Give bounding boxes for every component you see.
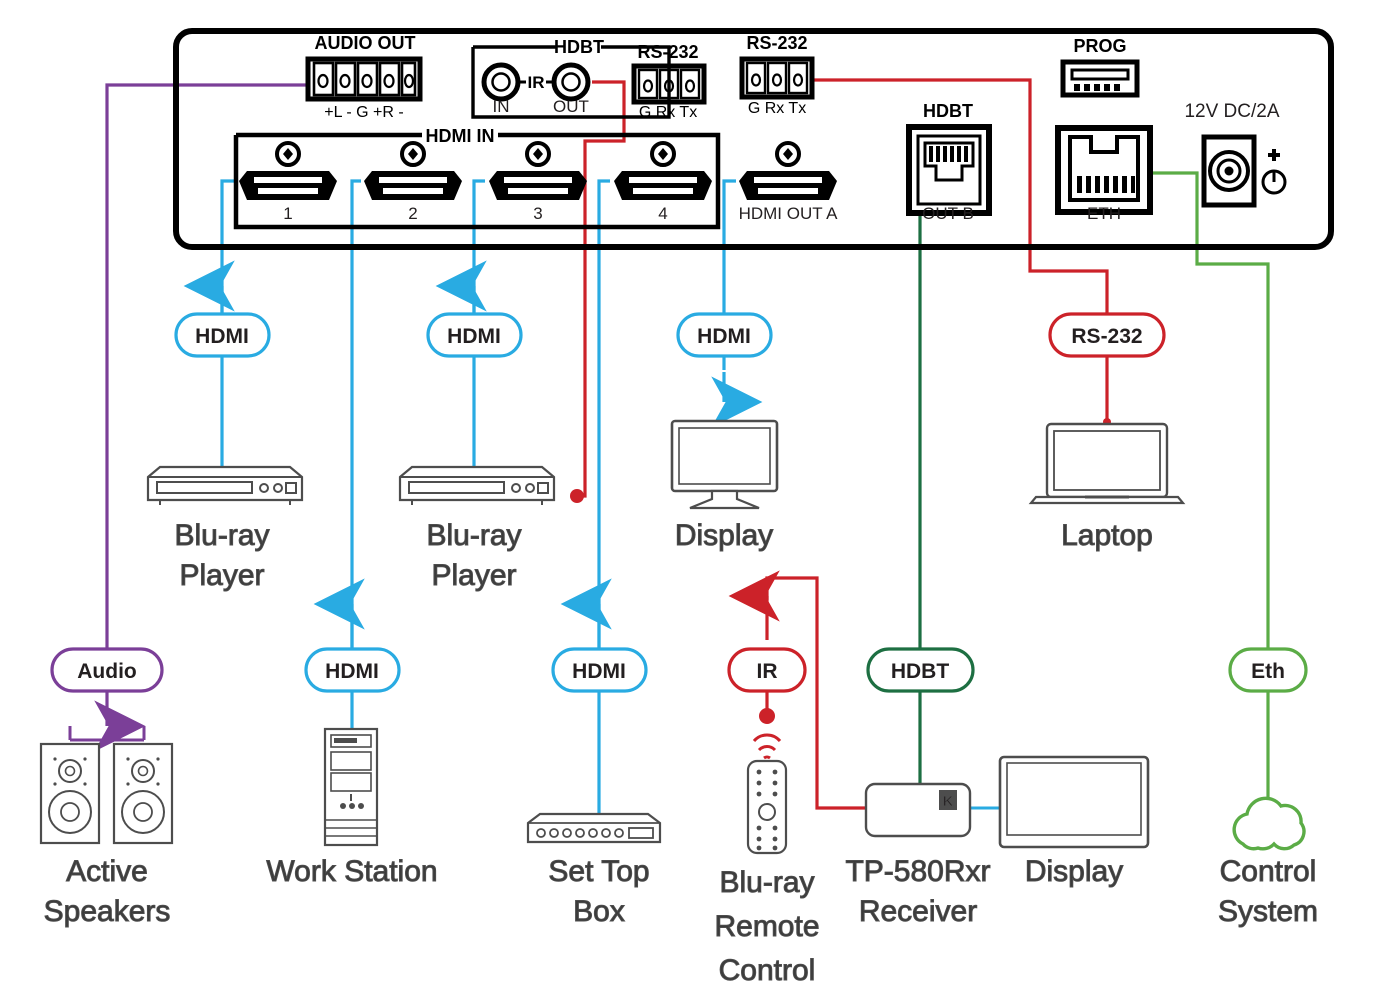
bluray-remote-icon [746,733,788,855]
hdmi-ports: 1 2 3 4 HDMI OUT A [239,141,839,223]
set-top-box-label-1: Set Top [548,855,649,888]
ir-out-jack [551,62,591,102]
hdmi-port-3: 3 [489,141,587,223]
badge-hdbt-label: HDBT [891,660,949,683]
control-system-icon [1232,796,1306,851]
audio-out-pin-labels: +L - G +R - [324,104,403,121]
display-2-label: Display [1025,855,1123,888]
cable-hdmi4-settopbox [597,179,610,648]
badge-hdmi-5-label: HDMI [572,660,626,683]
hdmi-port-4: 4 [614,141,712,223]
badge-hdmi-4: HDMI [304,647,401,693]
cable-hdmi2-workstation [350,179,361,648]
active-speakers-icon [39,726,174,845]
device-panel: AUDIO OUT +L - G +R - HDBT IR IN OUT RS-… [173,28,1334,250]
display-1-label: Display [675,519,773,552]
badge-hdmi-2: HDMI [426,312,523,358]
work-station-icon [323,727,379,847]
hdmi-port-1: 1 [239,141,337,223]
power-label: 12V DC/2A [1184,101,1279,122]
remote-label-2: Remote [714,910,819,943]
connection-diagram: AUDIO OUT +L - G +R - HDBT IR IN OUT RS-… [39,28,1334,988]
hdmi-port-2: 2 [364,141,462,223]
badge-hdmi-1: HDMI [174,312,271,358]
prog-group-label: PROG [1073,36,1126,56]
tp580rxr-icon: K [864,782,972,838]
hdmi-out-a-port: HDMI OUT A [739,141,839,223]
badge-hdmi-2-label: HDMI [447,325,501,348]
eth-port-label: ETH [1087,204,1121,223]
ir-label: IR [528,73,545,92]
hdbt-rs232-label: RS-232 [637,42,698,62]
rs232-terminal-block [739,56,815,100]
diagram-canvas: AUDIO OUT +L - G +R - HDBT IR IN OUT RS-… [0,0,1380,1000]
laptop-label: Laptop [1061,519,1153,552]
hdbt-out-b-rj45: OUT B [906,124,992,223]
hdmi-port-4-label: 4 [658,204,667,223]
audio-out-group-label: AUDIO OUT [315,33,416,53]
bluray-2-label-2: Player [431,559,516,592]
badge-hdmi-1-label: HDMI [195,325,249,348]
hdmi-port-1-label: 1 [283,204,292,223]
tp580rxr-label-2: Receiver [859,895,977,928]
eth-rj45: ETH [1055,125,1153,223]
badge-audio: Audio [50,647,164,693]
bluray-1-label-1: Blu-ray [174,519,269,552]
control-system-label-1: Control [1220,855,1317,888]
badge-eth: Eth [1228,647,1308,693]
badge-ir: IR [727,647,807,693]
hdbt-out-b-label: OUT B [922,204,974,223]
ir-out-label: OUT [553,97,589,116]
rs232-pins: G Rx Tx [748,100,806,117]
device-icons: Blu-ray Player Blu-ray Player Display La… [39,419,1319,988]
speakers-label-2: Speakers [44,895,171,928]
badge-hdmi-3: HDMI [676,312,773,358]
hdmi-out-a-label: HDMI OUT A [739,204,839,223]
display-2-icon [998,755,1150,849]
hdmi-in-group-label: HDMI IN [426,126,495,146]
badge-hdmi-5: HDMI [551,647,648,693]
badge-eth-label: Eth [1251,660,1285,683]
tp580rxr-label-1: TP-580Rxr [845,855,990,888]
badge-rs232: RS-232 [1048,312,1166,358]
remote-label-3: Control [719,954,816,987]
ir-emitter-dot-remote [759,708,775,724]
speakers-label-1: Active [66,855,148,888]
set-top-box-label-2: Box [573,895,625,928]
hdbt-rs232-pins: G Rx Tx [639,104,697,121]
bluray-player-1-icon [146,465,304,505]
ir-emitter-dot-bluray2 [570,489,584,503]
hdmi-port-2-label: 2 [408,204,417,223]
set-top-box-icon [526,812,662,844]
ir-in-jack [481,62,521,102]
dc-power-jack [1201,134,1287,208]
badge-audio-label: Audio [77,660,136,683]
laptop-icon [1028,422,1186,505]
bluray-player-2-icon [398,465,556,505]
badge-hdmi-4-label: HDMI [325,660,379,683]
badge-hdbt: HDBT [866,647,975,693]
hdbt-group-label: HDBT [554,37,604,57]
bluray-2-label-1: Blu-ray [426,519,521,552]
bluray-1-label-2: Player [179,559,264,592]
badge-ir-label: IR [757,660,778,683]
display-1-icon [670,419,779,510]
badge-rs232-label: RS-232 [1071,325,1142,348]
hdmi-port-3-label: 3 [533,204,542,223]
control-system-label-2: System [1218,895,1318,928]
audio-out-terminal-block [305,56,423,102]
ir-in-label: IN [493,97,510,116]
kramer-logo-icon: K [943,793,954,810]
work-station-label: Work Station [266,855,437,888]
remote-label-1: Blu-ray [719,866,814,899]
rs232-group-label: RS-232 [746,33,807,53]
badge-hdmi-3-label: HDMI [697,325,751,348]
prog-usb-port [1060,59,1140,98]
hdbt-out-group-label: HDBT [923,101,973,121]
